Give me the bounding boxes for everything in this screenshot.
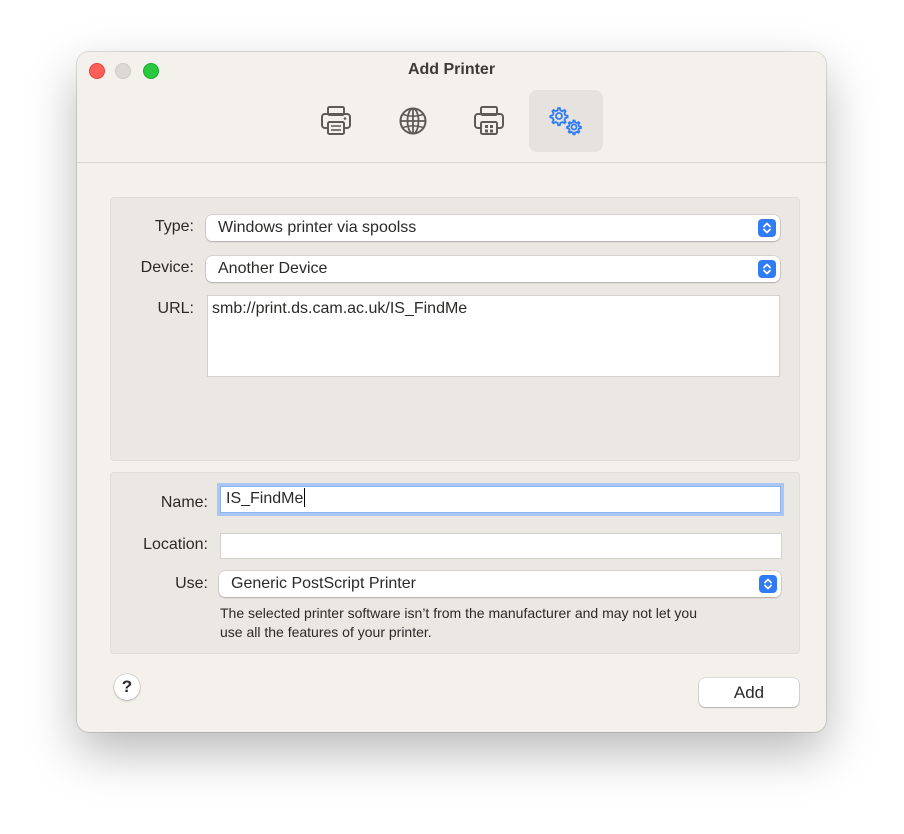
popup-arrows-icon — [758, 260, 776, 278]
popup-arrows-icon — [759, 575, 777, 593]
location-label: Location: — [143, 536, 208, 553]
use-popup[interactable]: Generic PostScript Printer — [219, 571, 781, 597]
use-value: Generic PostScript Printer — [231, 575, 416, 592]
name-field[interactable]: IS_FindMe — [220, 486, 781, 513]
type-label: Type: — [154, 218, 194, 235]
add-printer-window: Add Printer Type: Windows printer via sp… — [77, 52, 826, 732]
toolbar-windows-button[interactable] — [452, 90, 526, 152]
window-title: Add Printer — [407, 61, 496, 78]
network-printer-icon — [474, 106, 504, 135]
device-popup[interactable]: Another Device — [206, 256, 780, 282]
gears-icon — [549, 107, 582, 136]
use-label: Use: — [175, 575, 208, 592]
titlebar: Add Printer — [77, 52, 826, 163]
url-field[interactable]: smb://print.ds.cam.ac.uk/IS_FindMe — [207, 295, 780, 377]
globe-icon — [399, 107, 427, 135]
name-label: Name: — [160, 494, 208, 511]
printer-icon — [321, 106, 351, 135]
location-field[interactable] — [220, 533, 782, 559]
driver-warning: The selected printer software isn’t from… — [220, 604, 790, 642]
popup-arrows-icon — [758, 219, 776, 237]
type-popup[interactable]: Windows printer via spoolss — [206, 215, 780, 241]
type-value: Windows printer via spoolss — [218, 219, 417, 236]
text-caret — [304, 488, 306, 507]
toolbar-ip-button[interactable] — [376, 90, 450, 152]
help-button[interactable]: ? — [114, 674, 140, 700]
url-label: URL: — [157, 300, 194, 317]
url-value: smb://print.ds.cam.ac.uk/IS_FindMe — [212, 300, 468, 317]
toolbar-default-button[interactable] — [299, 90, 373, 152]
device-value: Another Device — [218, 260, 328, 277]
driver-warning-line1: The selected printer software isn’t from… — [220, 605, 698, 621]
device-label: Device: — [140, 259, 194, 276]
name-value: IS_FindMe — [226, 490, 304, 507]
add-button[interactable]: Add — [699, 678, 799, 707]
driver-warning-line2: use all the features of your printer. — [220, 624, 432, 640]
toolbar-advanced-button[interactable] — [529, 90, 603, 152]
